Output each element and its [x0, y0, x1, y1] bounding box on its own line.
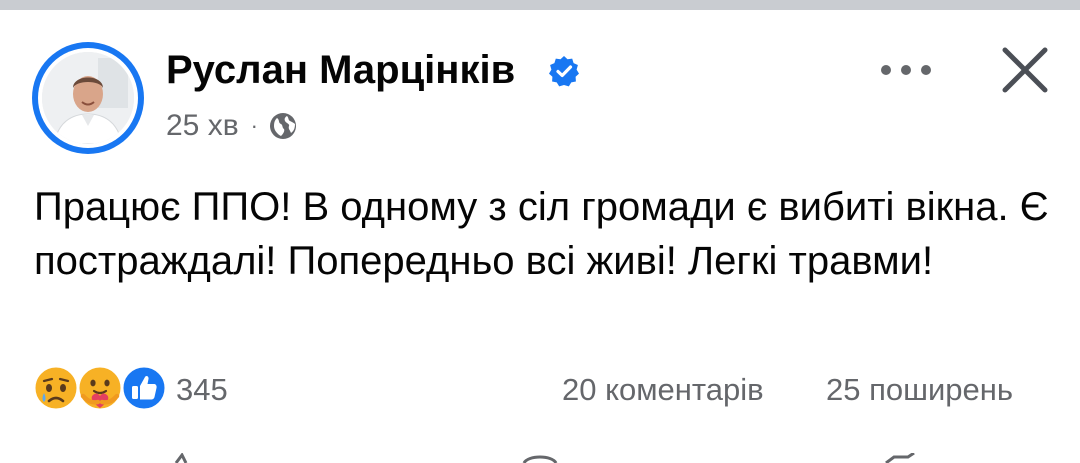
post-time[interactable]: 25 хв: [166, 109, 239, 143]
author-name[interactable]: Руслан Марцінків: [166, 46, 515, 94]
like-action-icon[interactable]: [166, 453, 196, 463]
top-divider: [0, 0, 1080, 10]
care-reaction-icon: [76, 364, 124, 412]
verified-badge-icon: [549, 56, 579, 87]
comments-count[interactable]: 20 коментарів: [562, 370, 764, 410]
post-meta: 25 хв ·: [166, 108, 298, 144]
like-reaction-icon: [120, 364, 168, 412]
sad-reaction-icon: [32, 364, 80, 412]
shares-count[interactable]: 25 поширень: [826, 370, 1013, 410]
close-icon[interactable]: [995, 40, 1055, 100]
globe-icon[interactable]: [268, 111, 298, 141]
more-options-button[interactable]: [872, 50, 942, 90]
share-action-icon[interactable]: [880, 453, 920, 463]
post-text: Працює ППО! В одному з сіл громади є виб…: [34, 185, 1049, 283]
comment-action-icon[interactable]: [520, 453, 560, 463]
avatar-photo: [42, 52, 134, 144]
author-avatar[interactable]: [32, 42, 144, 154]
reaction-count[interactable]: 345: [176, 370, 228, 410]
meta-separator: ·: [250, 113, 258, 138]
